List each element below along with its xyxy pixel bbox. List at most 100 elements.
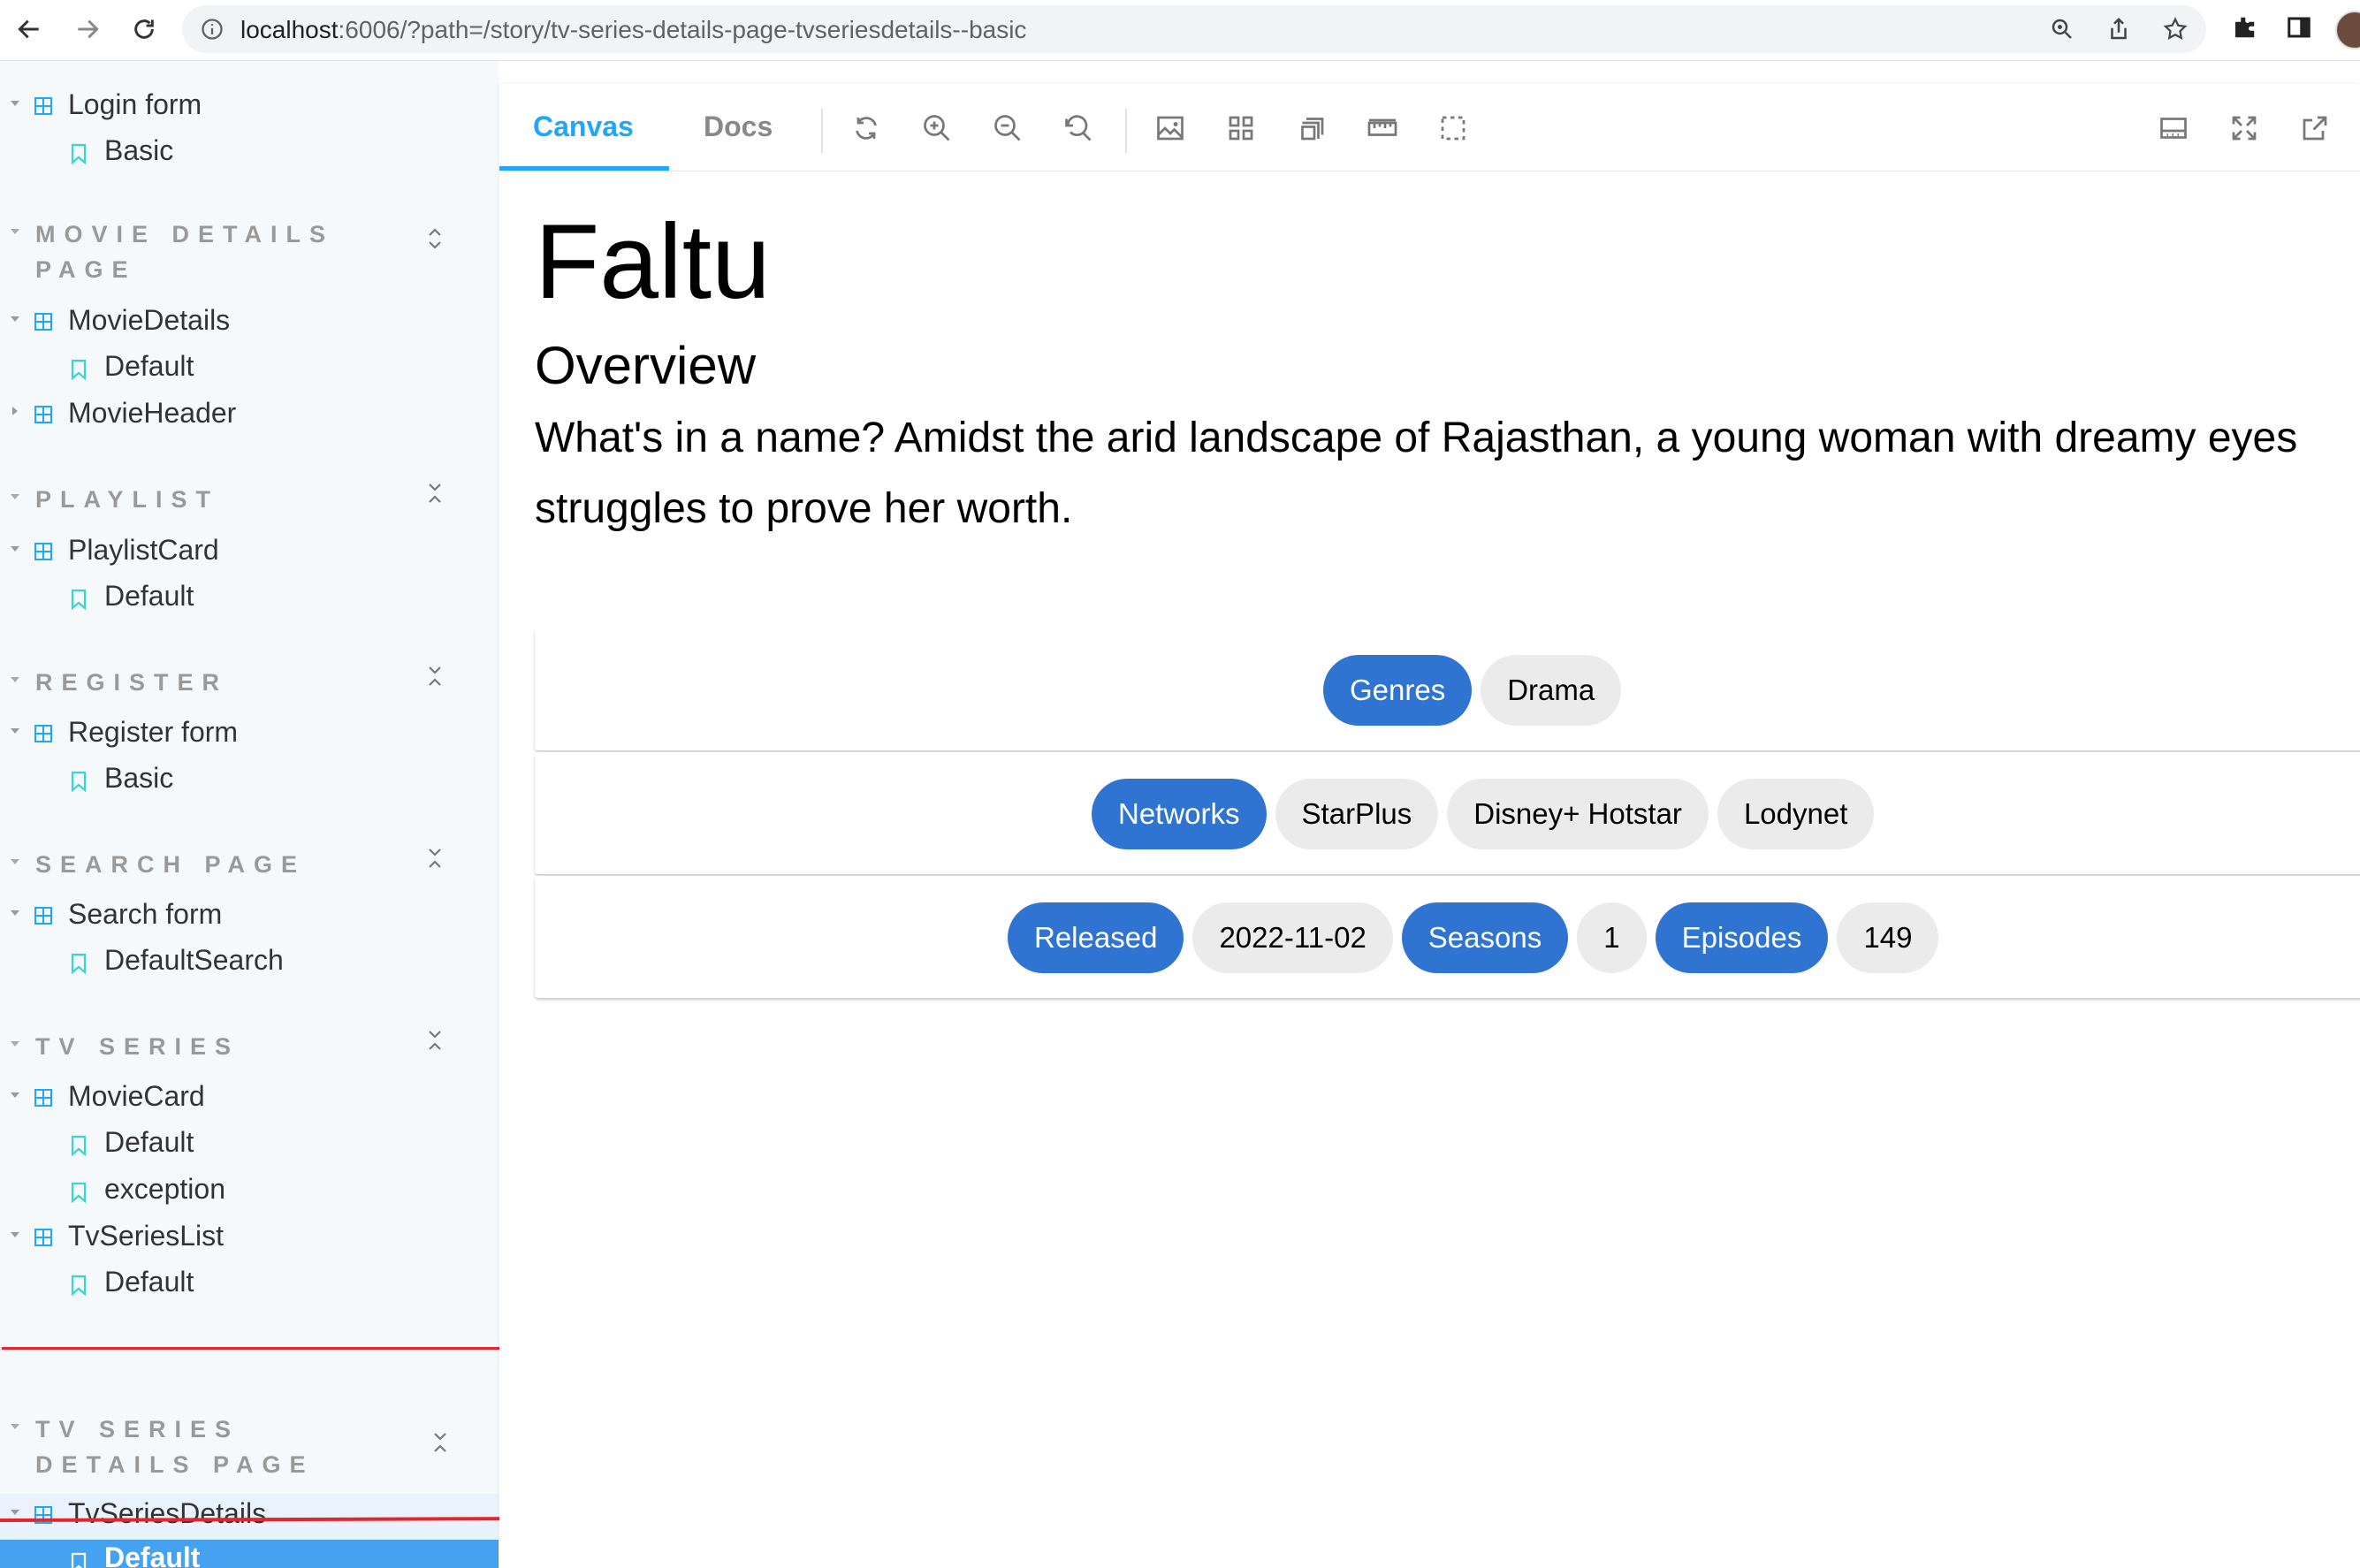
sidebar-item-label: Default bbox=[104, 1266, 194, 1298]
viewport-outline-icon[interactable] bbox=[1437, 112, 1469, 144]
collapse-all-icon[interactable] bbox=[423, 845, 447, 872]
component-icon bbox=[34, 1229, 52, 1246]
tab-docs[interactable]: Docs bbox=[704, 110, 773, 143]
sidebar-item-label: Basic bbox=[104, 134, 174, 166]
extensions-icon[interactable] bbox=[2231, 14, 2261, 44]
story-canvas: Faltu Overview What's in a name? Amidst … bbox=[499, 171, 2360, 1568]
sidebar-item-label: TvSeriesList bbox=[68, 1220, 225, 1252]
story-bookmark-icon bbox=[71, 1275, 87, 1296]
component-icon bbox=[34, 1506, 52, 1524]
back-icon[interactable] bbox=[9, 9, 49, 49]
address-bar[interactable]: localhost:6006/?path=/story/tv-series-de… bbox=[182, 5, 2206, 53]
remount-icon[interactable] bbox=[850, 112, 882, 144]
collapsed-caret-icon bbox=[12, 407, 18, 415]
open-new-tab-icon[interactable] bbox=[2299, 112, 2331, 144]
sidebar-item-label: Default bbox=[104, 1541, 201, 1568]
sidebar-story-moviedetails-default[interactable]: Default bbox=[0, 346, 499, 392]
sidebar-story-default-search[interactable]: DefaultSearch bbox=[0, 940, 499, 986]
sidebar-group-register[interactable]: REGISTER bbox=[0, 665, 499, 704]
sidebar-story-tvserieslist-default[interactable]: Default bbox=[0, 1262, 499, 1308]
storybook-toolbar: Canvas Docs bbox=[499, 84, 2360, 171]
url-text[interactable]: localhost:6006/?path=/story/tv-series-de… bbox=[240, 16, 1026, 44]
collapse-all-icon[interactable] bbox=[428, 1429, 453, 1456]
sidebar-story-tvseriesdetails-default[interactable]: Default bbox=[0, 1540, 499, 1568]
sidebar-group-search-page[interactable]: SEARCH PAGE bbox=[0, 847, 499, 886]
genres-card: Genres Drama bbox=[535, 628, 2360, 750]
expand-caret-icon bbox=[11, 1510, 19, 1515]
outline-icon[interactable] bbox=[1296, 112, 1328, 144]
sidebar-item-label: Default bbox=[104, 350, 194, 382]
profile-avatar[interactable] bbox=[2335, 11, 2360, 49]
sidebar-component-tvseriesdetails[interactable]: TvSeriesDetails bbox=[0, 1494, 499, 1540]
sidebar-component-search-form[interactable]: Search form bbox=[0, 894, 499, 940]
addons-panel-icon[interactable] bbox=[2158, 112, 2189, 144]
expand-caret-icon bbox=[11, 1092, 19, 1098]
sidebar-group-playlist[interactable]: PLAYLIST bbox=[0, 482, 499, 521]
sidebar-component-movieheader[interactable]: MovieHeader bbox=[0, 393, 499, 439]
zoom-out-icon[interactable] bbox=[992, 112, 1024, 144]
expand-all-icon[interactable] bbox=[423, 225, 447, 252]
site-info-icon[interactable] bbox=[200, 17, 225, 42]
group-caret-icon bbox=[11, 229, 19, 234]
sidebar-group-movie-details-page[interactable]: MOVIE DETAILS PAGE bbox=[0, 217, 499, 291]
bookmark-star-icon[interactable] bbox=[2162, 16, 2189, 42]
seasons-label-chip: Seasons bbox=[1401, 902, 1569, 973]
toolbar-divider bbox=[821, 109, 823, 153]
grid-icon[interactable] bbox=[1225, 112, 1257, 144]
sidebar-component-login-form[interactable]: Login form bbox=[0, 85, 499, 131]
sidebar-item-label: MovieDetails bbox=[68, 304, 231, 336]
sidebar-component-tvserieslist[interactable]: TvSeriesList bbox=[0, 1216, 499, 1262]
group-caret-icon bbox=[11, 1041, 19, 1047]
collapse-all-icon[interactable] bbox=[423, 1027, 447, 1054]
overview-heading: Overview bbox=[535, 336, 757, 395]
sidebar-group-tv-series-details-page[interactable]: TV SERIES DETAILS PAGE bbox=[0, 1412, 499, 1486]
component-icon bbox=[34, 313, 52, 331]
group-title: PLAYLIST bbox=[35, 486, 220, 513]
preview-panel: Canvas Docs Faltu Overview What's in a n… bbox=[499, 84, 2360, 1568]
sidebar-item-label: Login form bbox=[68, 88, 202, 120]
released-label-chip: Released bbox=[1008, 902, 1184, 973]
fullscreen-icon[interactable] bbox=[2228, 112, 2260, 144]
sidebar-story-moviecard-default[interactable]: Default bbox=[0, 1123, 499, 1168]
collapse-all-icon[interactable] bbox=[423, 480, 447, 506]
sidebar-story-login-basic[interactable]: Basic bbox=[0, 131, 499, 177]
story-bookmark-icon bbox=[71, 589, 87, 610]
networks-card: Networks StarPlus Disney+ Hotstar Lodyne… bbox=[535, 752, 2360, 874]
storybook-sidebar: Login form Basic MOVIE DETAILS PAGE Movi… bbox=[0, 61, 499, 1568]
sidebar-component-register-form[interactable]: Register form bbox=[0, 712, 499, 758]
side-panel-icon[interactable] bbox=[2286, 14, 2316, 44]
reload-icon[interactable] bbox=[124, 9, 164, 49]
sidebar-component-moviedetails[interactable]: MovieDetails bbox=[0, 301, 499, 346]
story-bookmark-icon bbox=[71, 1182, 87, 1203]
sidebar-item-label: DefaultSearch bbox=[104, 944, 284, 976]
component-icon bbox=[34, 97, 52, 115]
share-icon[interactable] bbox=[2105, 16, 2132, 42]
sidebar-story-moviecard-exception[interactable]: exception bbox=[0, 1169, 499, 1215]
sidebar-story-register-basic[interactable]: Basic bbox=[0, 758, 499, 804]
collapse-all-icon[interactable] bbox=[423, 663, 447, 689]
measure-ruler-icon[interactable] bbox=[1367, 112, 1398, 144]
sidebar-component-moviecard[interactable]: MovieCard bbox=[0, 1077, 499, 1123]
forward-icon[interactable] bbox=[67, 9, 108, 49]
sidebar-item-label: Default bbox=[104, 580, 194, 612]
sidebar-group-tv-series[interactable]: TV SERIES bbox=[0, 1029, 499, 1068]
component-icon bbox=[34, 907, 52, 925]
overview-text: What's in a name? Amidst the arid landsc… bbox=[535, 415, 2298, 532]
sidebar-story-playlistcard-default[interactable]: Default bbox=[0, 576, 499, 622]
network-chip: Disney+ Hotstar bbox=[1447, 779, 1709, 849]
tab-canvas[interactable]: Canvas bbox=[533, 110, 634, 143]
background-image-icon[interactable] bbox=[1154, 112, 1186, 144]
story-bookmark-icon bbox=[71, 953, 87, 974]
component-icon bbox=[34, 1089, 52, 1107]
networks-label-chip: Networks bbox=[1092, 779, 1267, 849]
episodes-label-chip: Episodes bbox=[1655, 902, 1829, 973]
zoom-in-icon[interactable] bbox=[921, 112, 953, 144]
zoom-reset-icon[interactable] bbox=[1062, 112, 1094, 144]
url-host: localhost bbox=[240, 16, 339, 43]
sidebar-component-playlistcard[interactable]: PlaylistCard bbox=[0, 530, 499, 576]
active-tab-indicator bbox=[499, 166, 669, 171]
genre-chip: Drama bbox=[1481, 655, 1622, 726]
toolbar-divider bbox=[1125, 109, 1127, 153]
zoom-icon[interactable] bbox=[2049, 16, 2075, 42]
group-caret-icon bbox=[11, 859, 19, 864]
